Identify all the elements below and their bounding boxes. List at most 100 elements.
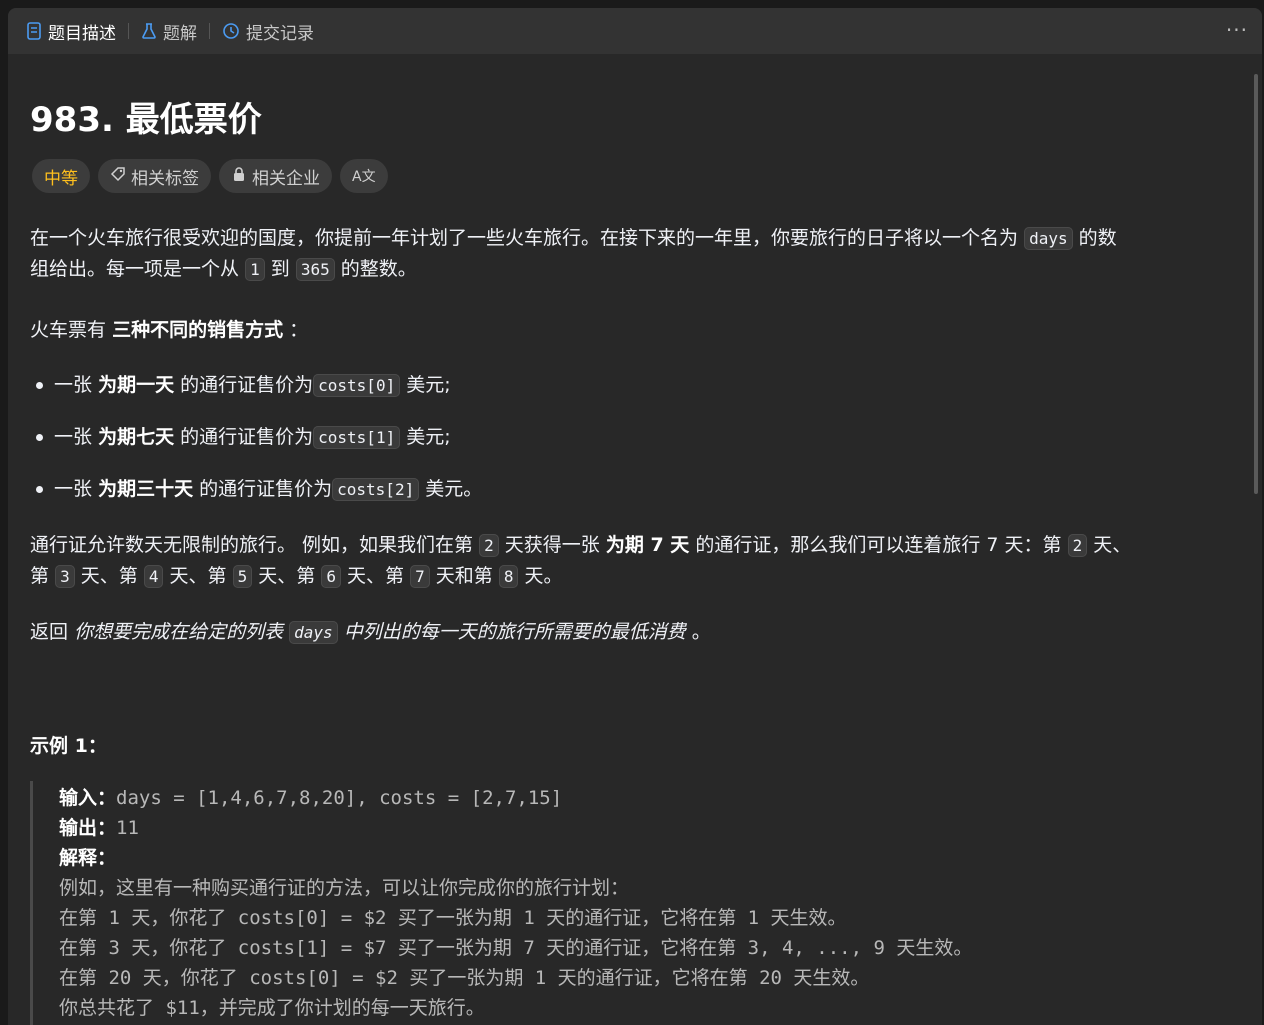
example-line: 在第 3 天，你花了 costs[1] = $7 买了一张为期 7 天的通行证，… (59, 937, 973, 959)
inline-code: 2 (479, 534, 499, 557)
text: 天。 (524, 565, 563, 587)
problem-title: 983. 最低票价 (30, 100, 262, 140)
difficulty-label: 中等 (44, 168, 78, 189)
text: 组给出。每一项是一个从 (30, 258, 240, 280)
example-output: 输出：11 (59, 813, 139, 840)
text: 一张 (54, 426, 93, 448)
inline-code: 8 (498, 565, 519, 588)
translate-button[interactable]: A文 (340, 159, 388, 193)
inline-code: costs[2] (332, 478, 420, 501)
text: ： (289, 319, 309, 341)
text: 返回 (30, 621, 69, 643)
text: 的数 (1078, 227, 1117, 249)
text: 美元; (406, 374, 451, 396)
description-paragraph-2: 火车票有 三种不同的销售方式 ： (30, 315, 308, 346)
example-line: 在第 20 天，你花了 costs[0] = $2 买了一张为期 1 天的通行证… (59, 967, 870, 989)
translate-icon: A文 (352, 169, 376, 185)
tab-submissions-label: 提交记录 (246, 23, 314, 44)
tag-icon (110, 166, 126, 187)
text: 的通行证售价为 (180, 374, 314, 396)
text: 。 (691, 621, 711, 643)
inline-code: 6 (321, 565, 341, 588)
bold-text: 为期三十天 (98, 478, 194, 500)
text: 的通行证售价为 (180, 426, 314, 448)
inline-code: costs[1] (313, 426, 401, 449)
more-options-button[interactable]: ··· (1226, 20, 1248, 40)
text: 通行证允许数天无限制的旅行。 例如，如果我们在第 (30, 534, 474, 556)
italic-text: 中列出的每一天的旅行所需要的最低消费 (343, 621, 686, 643)
list-item: 一张 为期七天 的通行证售价为 costs[1] 美元; (30, 422, 451, 449)
label: 输出： (59, 817, 117, 839)
label: 输入： (59, 787, 117, 809)
example-line: 你总共花了 $11，并完成了你计划的每一天旅行。 (59, 997, 485, 1019)
text: 在一个火车旅行很受欢迎的国度，你提前一年计划了一些火车旅行。在接下来的一年里，你… (30, 227, 1019, 249)
inline-code: 7 (410, 565, 430, 588)
tab-solutions-label: 题解 (163, 23, 197, 44)
text: 到 (270, 258, 290, 280)
problem-panel: 题目描述 题解 提交记录 ··· 983. 最低票价 中等 相关标签 相关企业 … (8, 8, 1262, 1025)
example-line: 在第 1 天，你花了 costs[0] = $2 买了一张为期 1 天的通行证，… (59, 907, 847, 929)
tab-solutions[interactable]: 题解 (137, 8, 201, 54)
example-block: 输入：days = [1,4,6,7,8,20], costs = [2,7,1… (30, 781, 1233, 1025)
related-tags-button[interactable]: 相关标签 (98, 159, 211, 193)
scrollbar[interactable] (1254, 74, 1258, 494)
text: 天、第 (80, 565, 138, 587)
list-item: 一张 为期一天 的通行证售价为 costs[0] 美元; (30, 370, 451, 397)
example-heading: 示例 1： (30, 735, 107, 757)
text: 美元; (406, 426, 451, 448)
example-explanation-label: 解释： (59, 843, 116, 870)
value: days = [1,4,6,7,8,20], costs = [2,7,15] (116, 787, 563, 809)
tab-divider (209, 23, 210, 39)
description-paragraph-4: 返回 你想要完成在给定的列表 days 中列出的每一天的旅行所需要的最低消费 。 (30, 617, 711, 648)
tab-description-label: 题目描述 (48, 23, 116, 44)
inline-code: 4 (143, 565, 164, 588)
inline-code: 365 (295, 258, 335, 281)
inline-code: 1 (245, 258, 265, 281)
tab-bar: 题目描述 题解 提交记录 ··· (8, 8, 1262, 54)
history-icon (222, 22, 240, 40)
bold-text: 为期一天 (98, 374, 175, 396)
text: 天、 (1093, 534, 1132, 556)
description-paragraph-3: 通行证允许数天无限制的旅行。 例如，如果我们在第 2 天获得一张 为期 7 天 … (30, 530, 1131, 592)
inline-code: costs[0] (313, 374, 401, 397)
inline-code: 3 (55, 565, 75, 588)
lock-icon (231, 166, 247, 187)
text: 的通行证售价为 (199, 478, 333, 500)
text: 天获得一张 (504, 534, 600, 556)
example-line: 例如，这里有一种购买通行证的方法，可以让你完成你的旅行计划： (59, 877, 630, 899)
document-icon (26, 22, 42, 40)
example-input: 输入：days = [1,4,6,7,8,20], costs = [2,7,1… (59, 783, 562, 810)
description-paragraph-1: 在一个火车旅行很受欢迎的国度，你提前一年计划了一些火车旅行。在接下来的一年里，你… (30, 223, 1117, 285)
text: 的通行证，那么我们可以连着旅行 7 天：第 (695, 534, 1062, 556)
list-item: 一张 为期三十天 的通行证售价为 costs[2] 美元。 (30, 474, 482, 501)
bold-text: 三种不同的销售方式 (112, 319, 284, 341)
text: 一张 (54, 478, 93, 500)
bold-text: 为期 7 天 (605, 534, 690, 556)
text: 天和第 (435, 565, 493, 587)
text: 火车票有 (30, 319, 107, 341)
inline-code: days (289, 621, 338, 644)
difficulty-badge[interactable]: 中等 (32, 159, 90, 193)
text: 的整数。 (340, 258, 417, 280)
text: 天、第 (258, 565, 316, 587)
inline-code: days (1024, 227, 1073, 250)
tab-description[interactable]: 题目描述 (22, 8, 120, 54)
label: 解释： (59, 847, 117, 869)
text: 一张 (54, 374, 93, 396)
related-companies-label: 相关企业 (252, 168, 320, 189)
tab-submissions[interactable]: 提交记录 (218, 8, 318, 54)
bold-text: 为期七天 (98, 426, 175, 448)
inline-code: 2 (1067, 534, 1088, 557)
related-companies-button[interactable]: 相关企业 (219, 159, 332, 193)
italic-text: 你想要完成在给定的列表 (74, 621, 284, 643)
flask-icon (141, 22, 157, 40)
related-tags-label: 相关标签 (131, 168, 199, 189)
text: 第 (30, 565, 50, 587)
text: 美元。 (425, 478, 483, 500)
value: 11 (116, 817, 139, 839)
inline-code: 5 (232, 565, 253, 588)
text: 天、第 (169, 565, 227, 587)
text: 天、第 (347, 565, 405, 587)
tag-row: 中等 相关标签 相关企业 A文 (32, 159, 388, 193)
tab-divider (128, 23, 129, 39)
